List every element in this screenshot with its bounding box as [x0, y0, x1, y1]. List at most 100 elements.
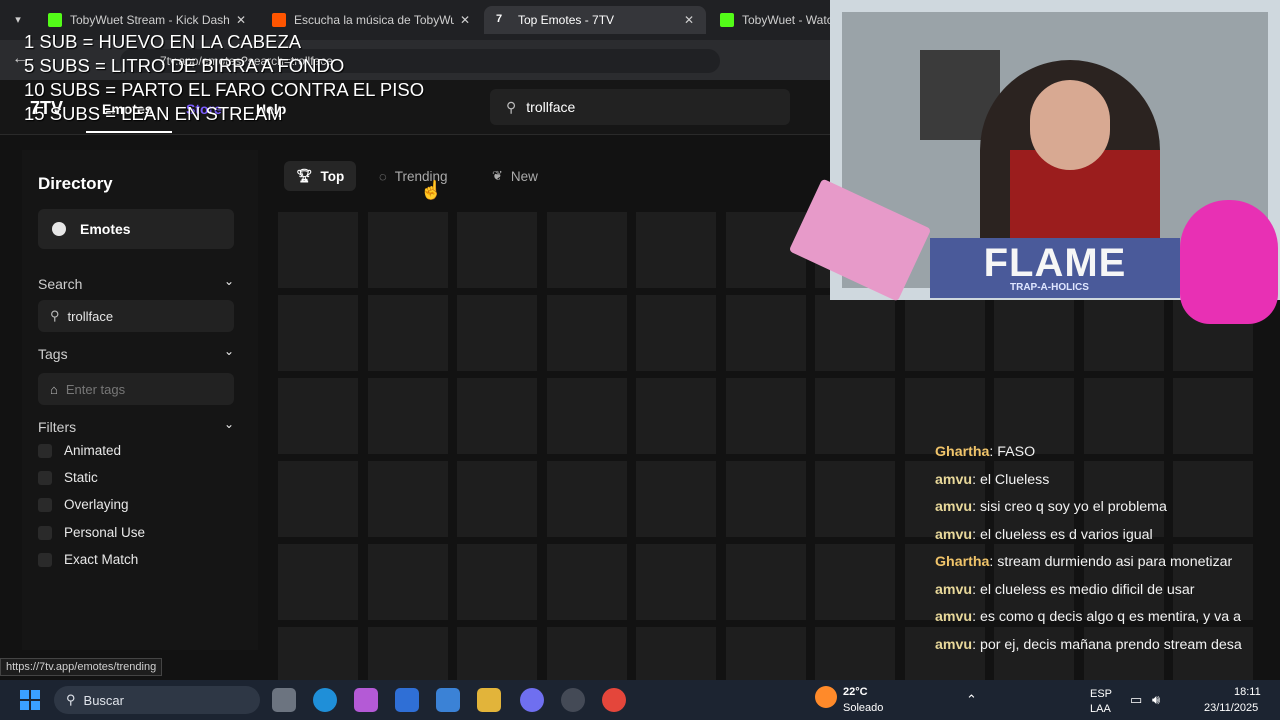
filters-section-header[interactable]: Filters ⌄: [38, 417, 234, 435]
copilot-icon[interactable]: [354, 688, 378, 712]
sub-goal-line: 15 SUBS = LEAN EN STREAM: [24, 103, 283, 124]
checkbox[interactable]: [38, 497, 52, 512]
emote-card-placeholder[interactable]: [1083, 295, 1164, 371]
clock-time[interactable]: 18:11: [1234, 686, 1261, 698]
edge-icon[interactable]: [313, 688, 337, 712]
tags-input[interactable]: ⌂ Enter tags: [38, 373, 234, 405]
emote-card-placeholder[interactable]: [904, 295, 985, 371]
show-hidden-icons-icon[interactable]: ⌃: [966, 692, 977, 708]
checkbox[interactable]: [38, 552, 52, 567]
windows-start-icon[interactable]: [20, 690, 40, 710]
tab-search-button[interactable]: ▾: [8, 10, 28, 30]
header-search-input[interactable]: ⚲ trollface: [490, 89, 790, 125]
language-code[interactable]: ESP: [1090, 688, 1112, 700]
filter-static[interactable]: Static: [38, 470, 98, 485]
emote-card-placeholder[interactable]: [367, 378, 448, 454]
filter-personal-use[interactable]: Personal Use: [38, 525, 145, 540]
browser-tab-7tv[interactable]: 7 Top Emotes - 7TV ✕: [484, 6, 706, 34]
filter-animated[interactable]: Animated: [38, 443, 121, 458]
kick-icon: [720, 13, 734, 27]
emote-card-placeholder[interactable]: [636, 627, 716, 682]
clock-date[interactable]: 23/11/2025: [1204, 702, 1258, 714]
search-section-header[interactable]: Search ⌄: [38, 274, 234, 292]
emote-card-placeholder[interactable]: [367, 295, 448, 371]
checkbox[interactable]: [38, 443, 52, 458]
store-icon[interactable]: [436, 688, 460, 712]
task-view-icon[interactable]: [272, 688, 296, 712]
volume-icon[interactable]: 🔊︎: [1152, 692, 1160, 708]
flame-icon: ◌: [379, 168, 387, 184]
emote-card-placeholder[interactable]: [815, 378, 895, 454]
emote-card-placeholder[interactable]: [546, 212, 627, 288]
emote-card-placeholder[interactable]: [1083, 378, 1164, 454]
chat-text: el clueless es d varios igual: [979, 526, 1153, 543]
outlook-icon[interactable]: [395, 688, 419, 712]
emote-card-placeholder[interactable]: [725, 295, 806, 371]
emote-card-placeholder[interactable]: [994, 295, 1074, 371]
close-icon[interactable]: ✕: [236, 13, 246, 27]
emote-card-placeholder[interactable]: [725, 461, 806, 537]
emote-card-placeholder[interactable]: [1173, 378, 1253, 454]
emote-card-placeholder[interactable]: [994, 378, 1074, 454]
emote-card-placeholder[interactable]: [725, 544, 806, 620]
emote-card-placeholder[interactable]: [636, 544, 716, 620]
sort-trending-button[interactable]: ◌ Trending: [367, 161, 460, 191]
chrome-icon[interactable]: [602, 688, 626, 712]
checkbox[interactable]: [38, 525, 52, 540]
emote-card-placeholder[interactable]: [636, 378, 716, 454]
filter-exact-match[interactable]: Exact Match: [38, 552, 138, 567]
emote-card-placeholder[interactable]: [457, 212, 537, 288]
emote-card-placeholder[interactable]: [546, 295, 627, 371]
language-layout[interactable]: LAA: [1090, 703, 1111, 715]
emote-card-placeholder[interactable]: [367, 544, 448, 620]
emote-card-placeholder[interactable]: [546, 378, 627, 454]
discord-icon[interactable]: [520, 688, 544, 712]
emote-card-placeholder[interactable]: [457, 461, 537, 537]
emote-card-placeholder[interactable]: [278, 212, 358, 288]
taskbar-search-input[interactable]: ⚲ Buscar: [54, 686, 260, 714]
emote-card-placeholder[interactable]: [457, 378, 537, 454]
emote-card-placeholder[interactable]: [904, 378, 985, 454]
emote-card-placeholder[interactable]: [367, 212, 448, 288]
sub-goal-line: 5 SUBS = LITRO DE BIRRA A FONDO: [24, 55, 345, 76]
close-icon[interactable]: ✕: [460, 13, 470, 27]
chat-username: amvu: [935, 636, 973, 653]
emote-card-placeholder[interactable]: [815, 544, 895, 620]
network-icon[interactable]: ▭: [1130, 692, 1142, 708]
emote-card-placeholder[interactable]: [815, 461, 895, 537]
checkbox[interactable]: [38, 470, 52, 485]
emote-card-placeholder[interactable]: [546, 627, 627, 682]
emote-card-placeholder[interactable]: [278, 378, 358, 454]
emote-card-placeholder[interactable]: [636, 295, 716, 371]
sidebar-emotes-button[interactable]: Emotes: [38, 209, 234, 249]
emote-card-placeholder[interactable]: [636, 461, 716, 537]
emote-card-placeholder[interactable]: [725, 627, 806, 682]
chat-username: amvu: [935, 526, 973, 543]
emote-card-placeholder[interactable]: [815, 627, 895, 682]
browser-tab-kick-watch[interactable]: TobyWuet - Watc: [708, 6, 830, 34]
obs-icon[interactable]: [561, 688, 585, 712]
tags-section-header[interactable]: Tags ⌄: [38, 344, 234, 362]
close-icon[interactable]: ✕: [684, 13, 694, 27]
sort-top-button[interactable]: 🏆︎ Top: [284, 161, 357, 191]
emote-card-placeholder[interactable]: [367, 627, 448, 682]
emote-card-placeholder[interactable]: [278, 627, 358, 682]
emote-card-placeholder[interactable]: [546, 544, 627, 620]
emote-card-placeholder[interactable]: [725, 378, 806, 454]
sort-new-button[interactable]: ❦ New: [480, 161, 550, 191]
emote-card-placeholder[interactable]: [278, 295, 358, 371]
emote-card-placeholder[interactable]: [636, 212, 716, 288]
emote-card-placeholder[interactable]: [457, 295, 537, 371]
chat-username: Ghartha: [935, 444, 990, 460]
sidebar-search-input[interactable]: ⚲ trollface: [38, 300, 234, 332]
emote-card-placeholder[interactable]: [457, 544, 537, 620]
buddha-sticker: [1180, 200, 1278, 324]
emote-card-placeholder[interactable]: [278, 461, 358, 537]
filter-overlaying[interactable]: Overlaying: [38, 497, 129, 512]
emote-card-placeholder[interactable]: [278, 544, 358, 620]
emote-card-placeholder[interactable]: [815, 295, 895, 371]
emote-card-placeholder[interactable]: [546, 461, 627, 537]
emote-card-placeholder[interactable]: [367, 461, 448, 537]
file-explorer-icon[interactable]: [477, 688, 501, 712]
emote-card-placeholder[interactable]: [457, 627, 537, 682]
